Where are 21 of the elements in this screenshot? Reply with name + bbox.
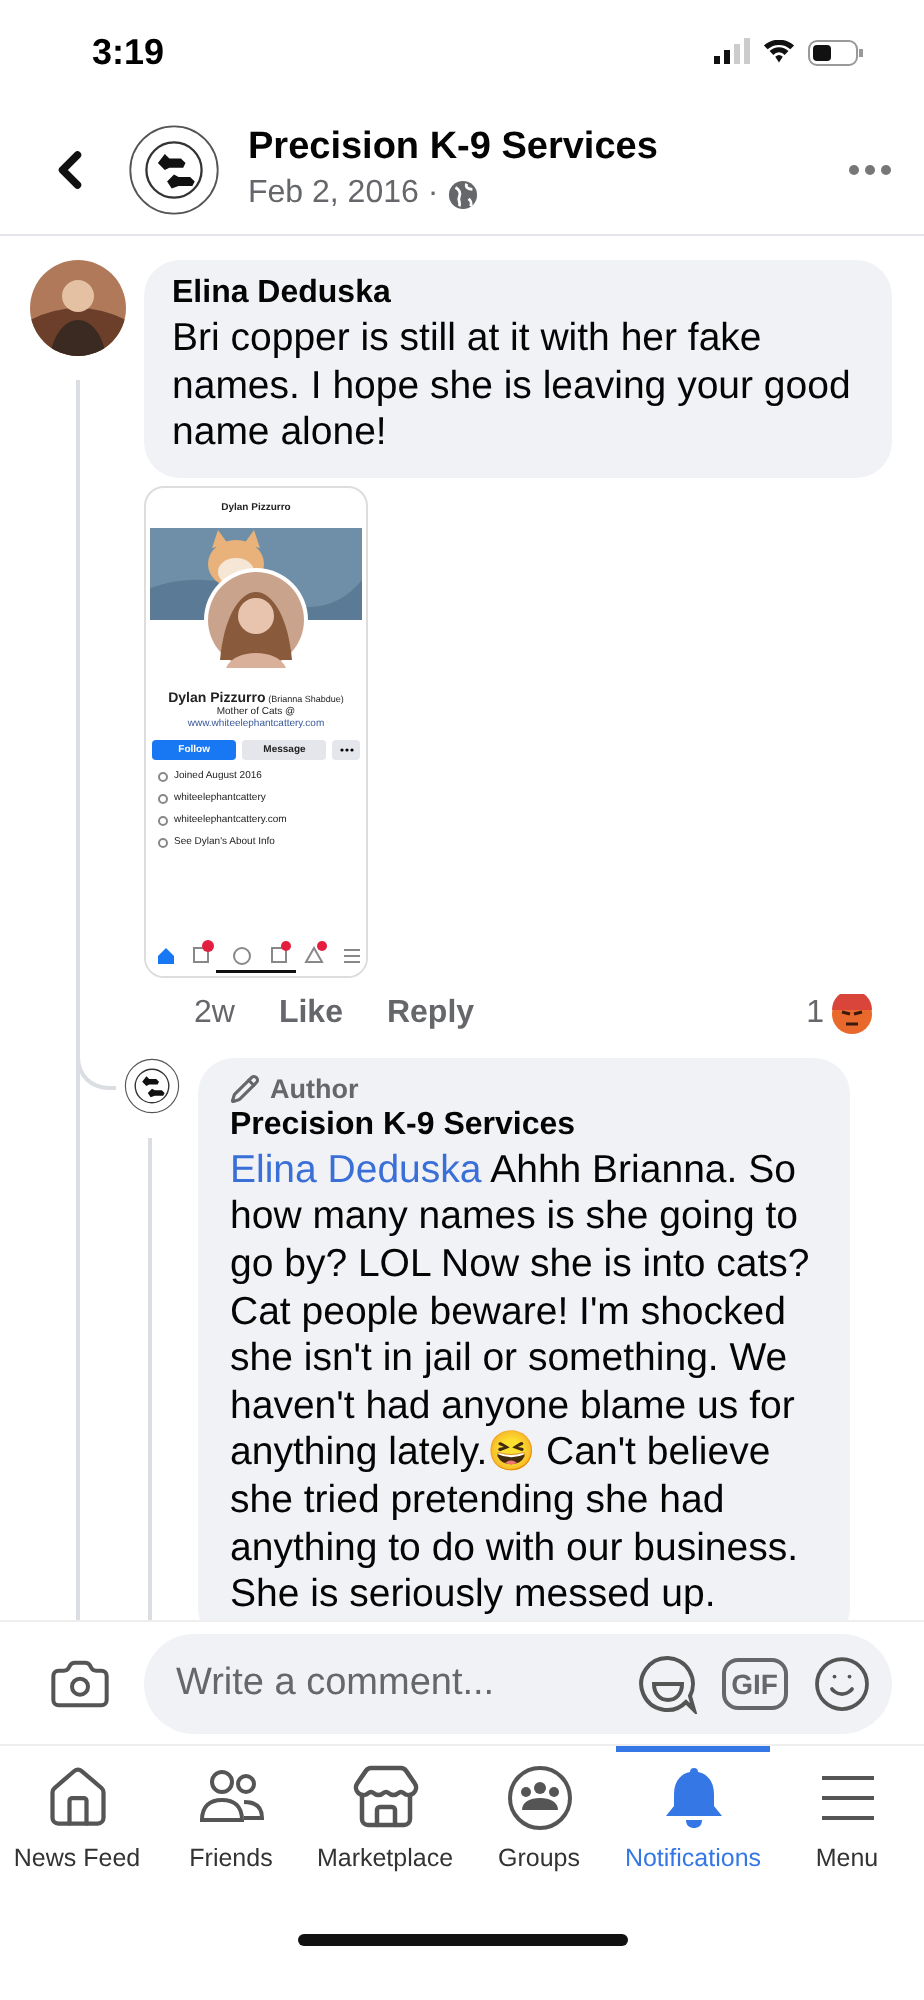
comment-time: 2w bbox=[194, 995, 235, 1032]
nav-tab[interactable]: News Feed bbox=[0, 1746, 154, 1880]
mention-link[interactable]: Elina Deduska bbox=[230, 1147, 482, 1192]
nav-tab[interactable]: Menu bbox=[770, 1746, 924, 1880]
clock: 3:19 bbox=[92, 31, 165, 73]
reply-author[interactable]: Precision K-9 Services bbox=[230, 1107, 826, 1144]
comment-author[interactable]: Elina Deduska bbox=[172, 276, 864, 312]
comment-text: Bri copper is still at it with her fake names. I hope she is leaving your good name alone! bbox=[172, 316, 853, 458]
nav-tab[interactable]: Groups bbox=[462, 1746, 616, 1880]
page-name[interactable]: Precision K-9 Services bbox=[248, 126, 820, 170]
reply-link[interactable]: Reply bbox=[386, 995, 475, 1032]
author-label: Author bbox=[270, 1073, 359, 1104]
nav-tab[interactable]: Friends bbox=[154, 1746, 308, 1880]
reaction-count: 1 bbox=[806, 995, 824, 1032]
nav-tab[interactable]: Marketplace bbox=[308, 1746, 462, 1880]
nav-tab[interactable]: Notifications bbox=[616, 1746, 770, 1880]
comment-field[interactable]: Write a comment... GIF bbox=[144, 1633, 892, 1733]
like-link[interactable]: Like bbox=[278, 995, 343, 1032]
post-date: Feb 2, 2016 · bbox=[248, 176, 439, 212]
gif-button[interactable]: GIF bbox=[721, 1657, 788, 1709]
reply-text: Elina Deduska Ahhh Brianna. So how many names is she going to go by? LOL Now she is into cats? Cat people beware! I'm shocked she isn't in jail or something. We haven't had anyone blame us for anything lately.😆 Can't believe she tried pretending she had anything to do with our business. She is seriously messed up. bbox=[230, 1147, 812, 1620]
